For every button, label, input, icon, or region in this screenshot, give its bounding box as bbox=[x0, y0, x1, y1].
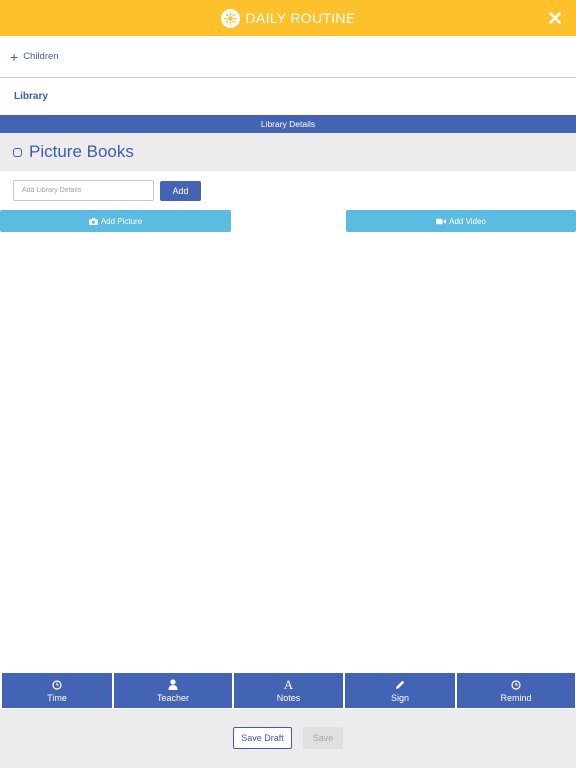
footer-action-bar: Save Draft Save bbox=[0, 709, 576, 768]
tab-remind[interactable]: Remind bbox=[457, 673, 575, 708]
item-select-checkbox[interactable] bbox=[13, 147, 22, 157]
add-details-button[interactable]: Add bbox=[160, 181, 201, 201]
tab-notes-label: Notes bbox=[276, 693, 301, 703]
tab-teacher-label: Teacher bbox=[156, 693, 190, 703]
daily-routine-logo-icon bbox=[220, 8, 240, 28]
save-button[interactable]: Save bbox=[303, 727, 343, 749]
library-category-row: Library bbox=[0, 78, 576, 115]
tab-teacher[interactable]: Teacher bbox=[114, 673, 232, 708]
item-title: Picture Books bbox=[29, 142, 134, 161]
pencil-icon bbox=[395, 678, 405, 691]
section-title: Library Details bbox=[260, 119, 316, 129]
add-picture-button[interactable]: Add Picture bbox=[0, 210, 231, 232]
tab-remind-label: Remind bbox=[500, 693, 532, 703]
app-header: DAILY ROUTINE bbox=[0, 0, 576, 36]
add-picture-label: Add Picture bbox=[100, 216, 143, 226]
clock-icon bbox=[52, 678, 62, 691]
add-video-label: Add Video bbox=[449, 216, 486, 226]
library-label: Library bbox=[14, 91, 48, 102]
tab-notes[interactable]: A Notes bbox=[234, 673, 343, 708]
font-a-icon: A bbox=[283, 676, 294, 692]
header-title-group: DAILY ROUTINE bbox=[0, 0, 576, 36]
item-title-row: Picture Books bbox=[0, 133, 576, 171]
tab-sign[interactable]: Sign bbox=[345, 673, 455, 708]
save-draft-button[interactable]: Save Draft bbox=[233, 727, 292, 749]
children-label: Children bbox=[23, 51, 59, 62]
video-camera-icon bbox=[436, 218, 447, 225]
add-video-button[interactable]: Add Video bbox=[346, 210, 576, 232]
tab-time[interactable]: Time bbox=[2, 673, 112, 708]
add-children-button[interactable]: + Children bbox=[0, 36, 576, 78]
page-title: DAILY ROUTINE bbox=[245, 10, 356, 26]
bottom-tab-bar: Time Teacher A Notes Sign Remind bbox=[0, 672, 576, 709]
camera-icon bbox=[88, 217, 98, 225]
tab-time-label: Time bbox=[47, 693, 67, 703]
alarm-icon bbox=[511, 678, 521, 691]
person-icon bbox=[168, 678, 178, 691]
tab-sign-label: Sign bbox=[390, 693, 409, 703]
plus-icon: + bbox=[10, 48, 19, 65]
close-button[interactable] bbox=[546, 8, 564, 28]
library-details-input[interactable] bbox=[13, 180, 154, 201]
library-details-section-header: Library Details bbox=[0, 115, 576, 133]
close-icon bbox=[549, 12, 561, 24]
